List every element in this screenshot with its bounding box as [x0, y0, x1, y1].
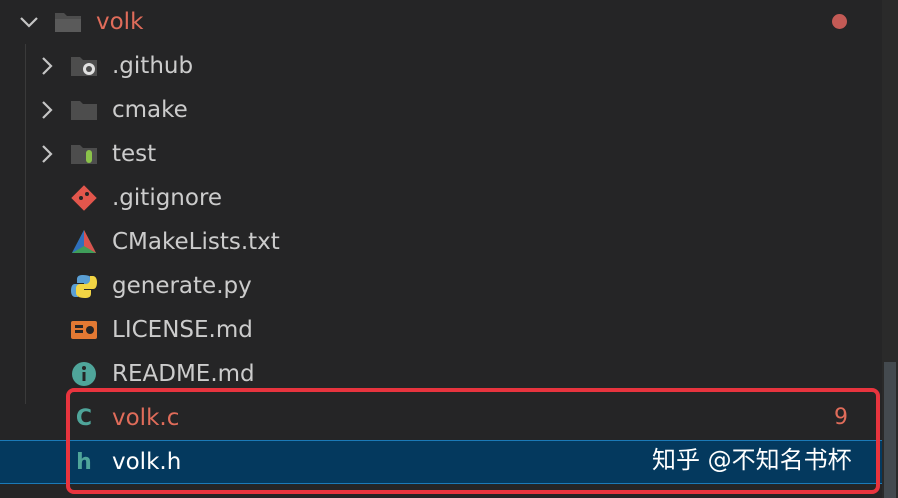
- problems-count-badge: 9: [834, 405, 848, 430]
- info-icon: [70, 360, 98, 388]
- folder-row-test[interactable]: test: [0, 132, 884, 176]
- file-row-generate-py[interactable]: generate.py: [0, 264, 884, 308]
- file-row-license[interactable]: LICENSE.md: [0, 308, 884, 352]
- python-icon: [70, 272, 98, 300]
- github-folder-icon: [70, 52, 98, 80]
- item-label: .gitignore: [112, 185, 223, 211]
- item-label: LICENSE.md: [112, 317, 253, 343]
- root-folder-label: volk: [96, 9, 144, 35]
- cmake-icon: [70, 228, 98, 256]
- file-row-cmakelists[interactable]: CMakeLists.txt: [0, 220, 884, 264]
- item-label: volk.h: [112, 449, 182, 475]
- folder-row-volk[interactable]: volk: [0, 0, 884, 44]
- h-file-icon: h: [76, 449, 92, 475]
- file-row-gitignore[interactable]: .gitignore: [0, 176, 884, 220]
- license-icon: [70, 316, 98, 344]
- item-label: test: [112, 141, 157, 167]
- c-file-icon: C: [75, 405, 93, 431]
- modified-dot-indicator: [832, 14, 847, 29]
- chevron-down-icon[interactable]: [16, 9, 42, 35]
- chevron-right-icon[interactable]: [34, 97, 60, 123]
- folder-row-cmake[interactable]: cmake: [0, 88, 884, 132]
- folder-icon: [70, 96, 98, 124]
- item-label: volk.c: [112, 405, 180, 431]
- file-row-volk-c[interactable]: C volk.c 9: [0, 396, 884, 440]
- folder-row-github[interactable]: .github: [0, 44, 884, 88]
- watermark-text: 知乎 @不知名书杯: [652, 446, 852, 474]
- file-explorer-tree: volk .github cmake test .gitignore CMake…: [0, 0, 898, 498]
- item-label: generate.py: [112, 273, 252, 299]
- test-folder-icon: [70, 140, 98, 168]
- item-label: cmake: [112, 97, 188, 123]
- item-label: CMakeLists.txt: [112, 229, 280, 255]
- chevron-right-icon[interactable]: [34, 53, 60, 79]
- item-label: README.md: [112, 361, 255, 387]
- scrollbar-thumb[interactable]: [884, 362, 896, 498]
- folder-open-icon: [54, 8, 82, 36]
- item-label: .github: [112, 53, 194, 79]
- file-row-readme[interactable]: README.md: [0, 352, 884, 396]
- chevron-right-icon[interactable]: [34, 141, 60, 167]
- git-icon: [70, 184, 98, 212]
